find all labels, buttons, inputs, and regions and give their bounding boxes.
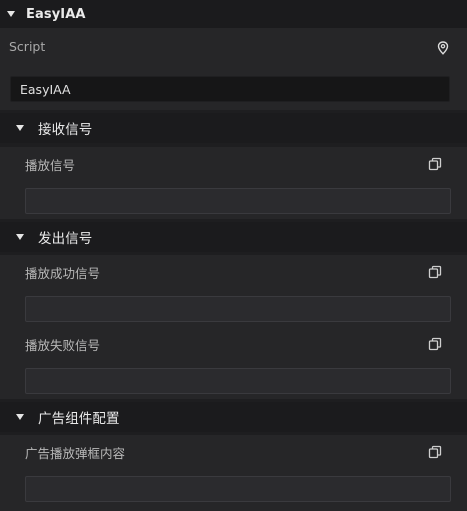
inspector-panel: EasyIAA Script EasyIAA 接收信号 播放信号 发出信号 播放… [0,0,467,511]
play-fail-signal-input[interactable] [25,368,451,394]
field-row-play-signal: 播放信号 [0,147,467,219]
component-title: EasyIAA [26,6,86,22]
script-field[interactable]: EasyIAA [10,76,450,102]
copy-icon[interactable] [426,335,444,353]
script-label: Script [9,39,46,54]
section-title: 发出信号 [38,231,93,247]
field-label: 播放信号 [25,158,76,173]
script-row: Script EasyIAA [0,28,467,110]
section-title: 接收信号 [38,122,93,138]
field-row-play-success-signal: 播放成功信号 [0,255,467,327]
field-row-play-fail-signal: 播放失败信号 [0,327,467,399]
map-pin-icon[interactable] [434,39,452,57]
section-title: 广告组件配置 [38,411,120,427]
copy-icon[interactable] [426,443,444,461]
caret-down-icon[interactable] [16,414,24,420]
section-header-emit[interactable]: 发出信号 [0,222,467,252]
field-row-ad-popup-content: 广告播放弹框内容 [0,435,467,511]
component-header[interactable]: EasyIAA [0,0,467,28]
field-label: 播放失败信号 [25,338,101,353]
caret-down-icon[interactable] [16,125,24,131]
caret-down-icon[interactable] [16,234,24,240]
field-label: 播放成功信号 [25,266,101,281]
section-header-receive[interactable]: 接收信号 [0,113,467,143]
play-success-signal-input[interactable] [25,296,451,322]
copy-icon[interactable] [426,263,444,281]
ad-popup-content-input[interactable] [25,476,451,502]
caret-down-icon[interactable] [7,11,15,17]
field-label: 广告播放弹框内容 [25,446,126,461]
copy-icon[interactable] [426,155,444,173]
section-header-ad-config[interactable]: 广告组件配置 [0,402,467,432]
play-signal-input[interactable] [25,188,451,214]
